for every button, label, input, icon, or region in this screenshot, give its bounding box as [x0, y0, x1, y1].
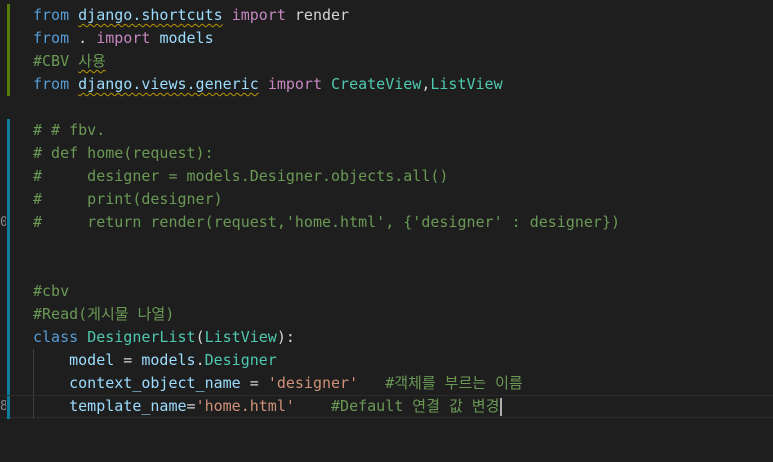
git-modified-marker[interactable]	[7, 119, 10, 142]
git-modified-marker[interactable]	[7, 349, 10, 372]
code-token: =	[240, 374, 268, 392]
code-line[interactable]: #cbv	[0, 280, 773, 303]
code-line[interactable]: model = models.Designer	[0, 349, 773, 372]
git-modified-marker[interactable]	[7, 280, 10, 303]
code-line[interactable]: # print(designer)	[0, 188, 773, 211]
code-token: models	[141, 351, 196, 369]
code-token: (	[195, 328, 205, 346]
git-modified-marker[interactable]	[7, 303, 10, 326]
code-line[interactable]: context_object_name = 'designer' #객체를 부르…	[0, 372, 773, 395]
code-token: models	[159, 29, 214, 47]
line-number: 8	[0, 399, 6, 414]
git-added-marker[interactable]	[7, 4, 10, 27]
code-token: 사용	[78, 52, 106, 70]
code-token: .	[195, 351, 205, 369]
code-token: import	[96, 29, 151, 47]
git-modified-marker[interactable]	[7, 142, 10, 165]
code-token: import	[231, 6, 286, 24]
code-token: Designer	[204, 351, 277, 369]
code-line[interactable]: from django.views.generic import CreateV…	[0, 73, 773, 96]
code-token: ):	[276, 328, 295, 346]
code-token: # designer = models.Designer.objects.all…	[33, 167, 449, 185]
code-token: from	[33, 29, 70, 47]
git-modified-marker[interactable]	[7, 396, 10, 419]
code-line[interactable]: 0 # return render(request,'home.html', {'…	[0, 211, 773, 234]
git-modified-marker[interactable]	[7, 372, 10, 395]
code-token: django.shortcuts	[78, 6, 223, 24]
code-token: 'designer'	[267, 374, 359, 392]
code-token: 'home.html'	[195, 397, 295, 415]
indent-guide	[33, 349, 34, 372]
code-token: #CBV	[33, 52, 79, 70]
code-token: CreateView	[331, 75, 422, 93]
git-modified-marker[interactable]	[7, 234, 10, 257]
code-token: # def home(request):	[33, 144, 214, 162]
code-line[interactable]: # def home(request):	[0, 142, 773, 165]
git-added-marker[interactable]	[7, 27, 10, 50]
code-token: import	[267, 75, 322, 93]
code-token: # print(designer)	[33, 190, 223, 208]
git-modified-marker[interactable]	[7, 188, 10, 211]
code-line[interactable]: from . import models	[0, 27, 773, 50]
code-token: DesignerList	[87, 328, 196, 346]
code-token: #cbv	[33, 282, 70, 300]
code-editor[interactable]: from django.shortcuts import render from …	[0, 0, 773, 462]
code-token: #객체를 부르는 이름	[385, 374, 523, 392]
code-line[interactable]	[0, 234, 773, 257]
git-modified-marker[interactable]	[7, 165, 10, 188]
git-modified-marker[interactable]	[7, 326, 10, 349]
code-token: from	[33, 75, 70, 93]
code-line[interactable]	[0, 257, 773, 280]
code-line[interactable]: 8 template_name='home.html' #Default 연결 …	[0, 395, 773, 419]
git-modified-marker[interactable]	[7, 211, 10, 234]
code-lines[interactable]: from django.shortcuts import render from …	[0, 4, 773, 419]
indent-guide	[33, 372, 34, 395]
code-token: # # fbv.	[33, 121, 106, 139]
code-line[interactable]: # designer = models.Designer.objects.all…	[0, 165, 773, 188]
line-number: 0	[0, 215, 6, 230]
code-token: model	[69, 351, 115, 369]
text-cursor	[500, 397, 503, 416]
code-token: =	[114, 351, 142, 369]
code-token: django.views.generic	[78, 75, 259, 93]
code-token: #Read(게시물 나열)	[33, 305, 175, 323]
git-added-marker[interactable]	[7, 50, 10, 73]
code-token: template_name	[69, 397, 187, 415]
code-line[interactable]: # # fbv.	[0, 119, 773, 142]
code-token: ListView	[430, 75, 503, 93]
code-line[interactable]	[0, 96, 773, 119]
code-line[interactable]: from django.shortcuts import render	[0, 4, 773, 27]
code-token: ListView	[204, 328, 277, 346]
code-token: =	[186, 397, 196, 415]
git-modified-marker[interactable]	[7, 257, 10, 280]
code-token: context_object_name	[69, 374, 241, 392]
code-line[interactable]: #Read(게시물 나열)	[0, 303, 773, 326]
code-line[interactable]: class DesignerList(ListView):	[0, 326, 773, 349]
code-token: .	[69, 29, 97, 47]
indent-guide	[33, 396, 34, 419]
code-token: # return render(request,'home.html', {'d…	[33, 213, 620, 231]
git-added-marker[interactable]	[7, 73, 10, 96]
code-token: #Default 연결 값 변경	[331, 397, 500, 415]
code-line[interactable]: #CBV 사용	[0, 50, 773, 73]
code-token: class	[33, 328, 79, 346]
code-token: from	[33, 6, 70, 24]
code-token: render	[285, 6, 350, 24]
